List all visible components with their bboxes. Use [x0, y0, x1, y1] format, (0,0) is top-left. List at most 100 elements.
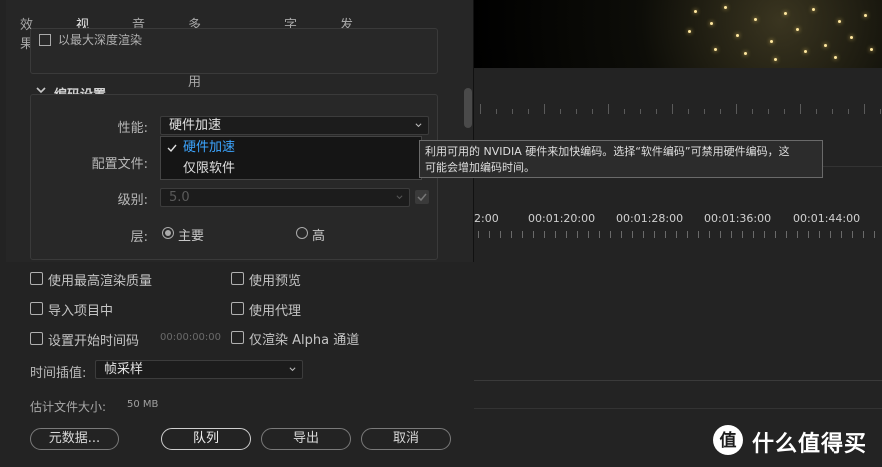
tooltip-line: 利用可用的 NVIDIA 硬件来加快编码。选择“软件编码”可禁用硬件编码，这 [425, 145, 790, 158]
ruler-tick [599, 231, 600, 238]
ruler-tick [808, 231, 809, 238]
export-button[interactable]: 导出 [261, 428, 351, 450]
ruler-tick [880, 109, 881, 114]
watermark: 值 什么值得买 [712, 424, 882, 457]
ruler-tick [621, 231, 622, 238]
ruler-tick [687, 231, 688, 238]
ruler-tick [610, 231, 611, 238]
import-into-project-checkbox[interactable] [30, 302, 43, 315]
queue-button[interactable]: 队列 [161, 428, 251, 450]
cancel-button[interactable]: 取消 [361, 428, 451, 450]
ruler-tick [632, 231, 633, 238]
ruler-tick [784, 109, 785, 114]
ruler-tick [863, 231, 864, 238]
ruler-tick [768, 109, 769, 114]
ruler-tick [830, 231, 831, 238]
set-start-timecode-label: 设置开始时间码 [48, 334, 140, 349]
svg-text:值: 值 [720, 430, 737, 451]
tooltip: 利用可用的 NVIDIA 硬件来加快编码。选择“软件编码”可禁用硬件编码，这 可… [419, 140, 823, 178]
tier-high-radio[interactable] [296, 227, 308, 239]
tier-high-label: 高 [312, 229, 326, 244]
tooltip-line: 可能会增加编码时间。 [425, 161, 535, 174]
chevron-down-icon [289, 367, 296, 372]
ruler-tick [555, 231, 556, 238]
ruler-tick [731, 231, 732, 238]
city-light [688, 30, 691, 33]
timecode-row: 2:00 00:01:20:00 00:01:28:00 00:01:36:00… [474, 212, 882, 226]
ruler-tick [496, 109, 497, 114]
ruler-tick [665, 231, 666, 238]
ruler-tick [841, 231, 842, 238]
estimated-file-size-value: 50 MB [127, 399, 159, 410]
metadata-button[interactable]: 元数据... [30, 428, 119, 450]
timecode-label: 00:01:28:00 [616, 212, 684, 225]
timecode-label: 00:01:36:00 [704, 212, 772, 225]
check-icon [167, 144, 177, 153]
city-light [834, 56, 837, 59]
start-timecode-value[interactable]: 00:00:00:00 [160, 332, 221, 343]
watermark-text: 什么值得买 [752, 432, 868, 457]
ruler-tick [672, 104, 673, 114]
smzdm-logo-icon: 值 [713, 425, 743, 455]
level-select[interactable]: 5.0 [160, 188, 410, 207]
level-label: 级别: [117, 193, 148, 208]
tier-main-radio[interactable] [162, 227, 174, 239]
ruler-tick [797, 231, 798, 238]
ruler-tick [511, 231, 512, 238]
timecode-label: 00:01:44:00 [793, 212, 861, 225]
ruler-tick [864, 104, 865, 114]
render-alpha-only-checkbox[interactable] [231, 331, 244, 344]
profile-label: 配置文件: [91, 157, 148, 172]
ruler-tick [688, 109, 689, 114]
ruler-tick [566, 231, 567, 238]
city-light [870, 48, 873, 51]
ruler-tick [588, 231, 589, 238]
ruler-tick [742, 231, 743, 238]
divider [474, 380, 882, 381]
ruler-tick [533, 231, 534, 238]
level-checkbox[interactable] [415, 190, 429, 204]
import-into-project-label: 导入项目中 [48, 304, 114, 319]
level-value: 5.0 [169, 190, 190, 205]
estimated-file-size-label: 估计文件大小: [30, 400, 107, 414]
tier-main-label: 主要 [178, 229, 205, 244]
divider [474, 408, 882, 409]
time-interpolation-select[interactable]: 帧采样 [95, 360, 303, 379]
ruler-tick [736, 104, 737, 114]
set-start-timecode-checkbox[interactable] [30, 332, 43, 345]
ruler-tick [698, 231, 699, 238]
check-icon [417, 193, 427, 202]
use-proxies-checkbox[interactable] [231, 302, 244, 315]
use-previews-checkbox[interactable] [231, 272, 244, 285]
ruler-tick [643, 231, 644, 238]
ruler-tick [654, 231, 655, 238]
ruler-tick [832, 109, 833, 114]
top-ruler [474, 96, 882, 116]
ruler-tick [480, 104, 481, 114]
ruler-tick [848, 109, 849, 114]
render-alpha-only-label: 仅渲染 Alpha 通道 [249, 333, 360, 348]
ruler-tick [640, 109, 641, 114]
ruler-tick [819, 231, 820, 238]
settings-scrollbar[interactable] [464, 88, 472, 128]
menu-item-software-only[interactable]: 仅限软件 [161, 159, 421, 179]
city-light [694, 10, 697, 13]
city-light [838, 20, 841, 23]
ruler-tick [752, 109, 753, 114]
menu-item-label: 仅限软件 [183, 161, 236, 176]
city-light [736, 34, 739, 37]
ruler-tick [528, 109, 529, 114]
ruler-tick [775, 231, 776, 238]
performance-select[interactable]: 硬件加速 [160, 116, 429, 135]
timecode-label: 2:00 [474, 212, 499, 225]
ruler-tick [624, 109, 625, 114]
timeline-ruler[interactable] [474, 228, 882, 240]
city-light [744, 52, 747, 55]
max-depth-checkbox[interactable] [39, 34, 51, 46]
ruler-tick [544, 104, 545, 114]
ruler-tick [656, 109, 657, 114]
city-light [812, 8, 815, 11]
max-render-quality-checkbox[interactable] [30, 272, 43, 285]
menu-item-hardware-acceleration[interactable]: 硬件加速 [161, 138, 421, 158]
ruler-tick [800, 104, 801, 114]
